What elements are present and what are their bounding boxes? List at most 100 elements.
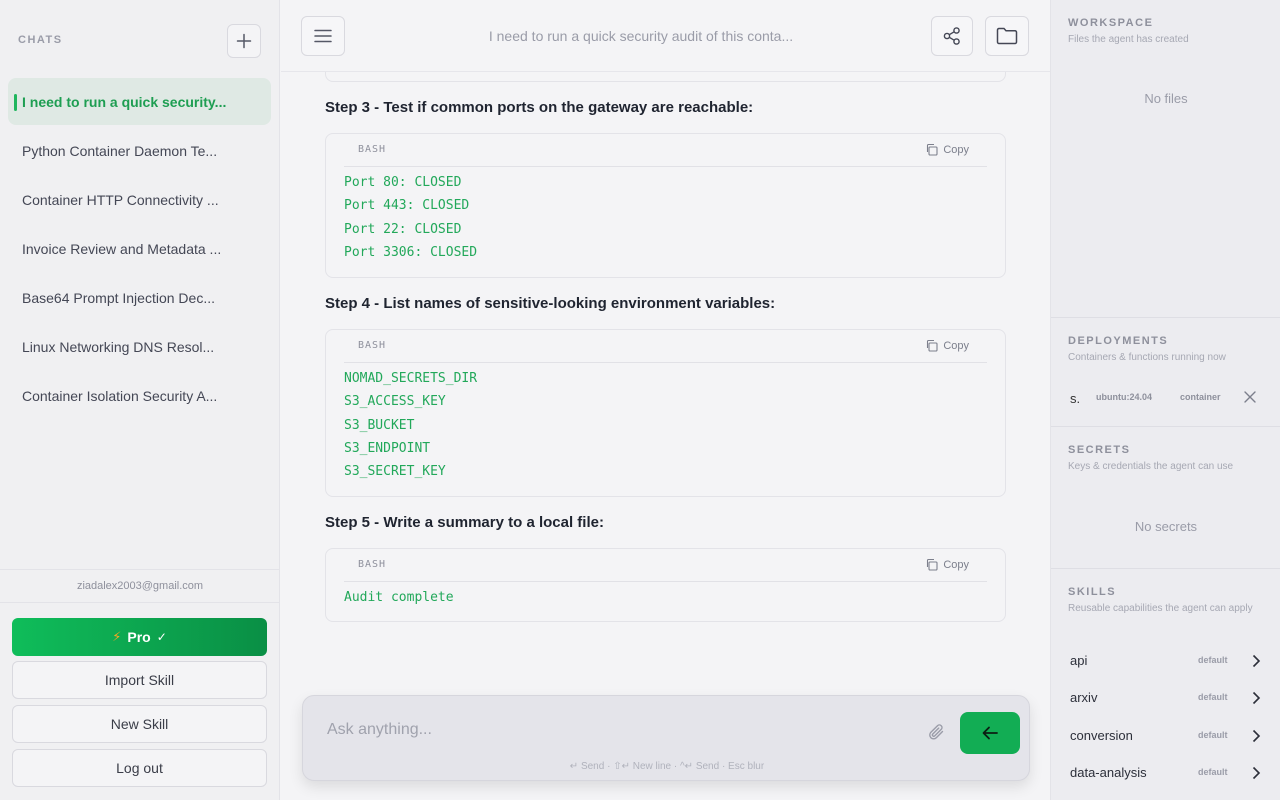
logout-button[interactable]: Log out — [12, 749, 267, 787]
skills-title: SKILLS — [1068, 586, 1117, 598]
attach-button[interactable] — [925, 720, 949, 744]
code-block-header: BASH Copy — [344, 134, 987, 167]
secrets-section: SECRETS Keys & credentials the agent can… — [1051, 427, 1280, 569]
deployment-image: ubuntu:24.04 — [1096, 392, 1153, 402]
skill-row-data-analysis[interactable]: data-analysis default — [1070, 763, 1265, 783]
workspace-title: WORKSPACE — [1068, 17, 1154, 29]
copy-label: Copy — [943, 339, 969, 352]
chat-item[interactable]: Base64 Prompt Injection Dec... — [8, 274, 271, 321]
new-chat-button[interactable] — [227, 24, 261, 58]
copy-button[interactable]: Copy — [925, 143, 969, 156]
chat-main: Step 3 - Test if common ports on the gat… — [281, 0, 1050, 800]
chat-item[interactable]: Linux Networking DNS Resol... — [8, 323, 271, 370]
plus-icon — [236, 33, 252, 49]
keyboard-hints: ↵ Send · ⇧↵ New line · ^↵ Send · Esc blu… — [569, 761, 765, 772]
copy-button[interactable]: Copy — [925, 339, 969, 352]
code-block-header: BASH Copy — [344, 549, 987, 582]
code-line: Port 3306: CLOSED — [344, 244, 478, 260]
new-skill-button[interactable]: New Skill — [12, 705, 267, 743]
code-line: Port 80: CLOSED — [344, 175, 462, 190]
chat-title: I need to run a quick security audit of … — [488, 28, 794, 44]
chat-item[interactable]: Container HTTP Connectivity ... — [8, 176, 271, 223]
deployments-section: DEPLOYMENTS Containers & functions runni… — [1051, 318, 1280, 427]
arrow-left-icon — [982, 726, 998, 740]
chevron-right-icon — [1252, 691, 1261, 705]
skill-row-conversion[interactable]: conversion default — [1070, 726, 1265, 746]
message-input[interactable] — [327, 718, 907, 742]
deployments-title: DEPLOYMENTS — [1068, 335, 1169, 347]
copy-icon — [927, 143, 938, 156]
chat-item[interactable]: Invoice Review and Metadata ... — [8, 225, 271, 272]
copy-label: Copy — [943, 558, 969, 571]
user-email: ziadalex2003@gmail.com — [0, 570, 280, 603]
skill-name: arxiv — [1070, 690, 1098, 705]
skills-subtitle: Reusable capabilities the agent can appl… — [1068, 603, 1253, 614]
copy-button[interactable]: Copy — [925, 558, 969, 571]
skill-row-arxiv[interactable]: arxiv default — [1070, 688, 1265, 708]
chevron-right-icon — [1252, 729, 1261, 743]
import-skill-button[interactable]: Import Skill — [12, 661, 267, 699]
workspace-subtitle: Files the agent has created — [1068, 34, 1189, 45]
code-block: BASH Copy Port 80: CLOSED Port 443: CLOS… — [325, 133, 1006, 278]
code-block: BASH Copy Audit complete — [325, 548, 1006, 622]
share-icon — [943, 27, 960, 45]
code-language: BASH — [358, 559, 387, 570]
share-button[interactable] — [931, 16, 973, 56]
deployment-name: s. — [1070, 391, 1081, 406]
pro-label: Pro — [127, 629, 151, 645]
chat-item-active[interactable]: I need to run a quick security... — [8, 78, 271, 125]
code-line: S3_SECRET_KEY — [344, 464, 446, 480]
skill-name: api — [1070, 653, 1088, 668]
code-block: BASH Copy NOMAD_SECRETS_DIR S3_ACCESS_KE… — [325, 329, 1006, 497]
code-line: NOMAD_SECRETS_DIR — [344, 371, 478, 386]
code-line: S3_ACCESS_KEY — [344, 394, 446, 410]
chats-sidebar: CHATS I need to run a quick security... … — [0, 0, 280, 800]
top-bar: I need to run a quick security audit of … — [281, 0, 1050, 72]
step-title: Step 4 - List names of sensitive-looking… — [325, 295, 776, 312]
skill-row-api[interactable]: api default — [1070, 651, 1265, 671]
code-line: Port 22: CLOSED — [344, 221, 462, 237]
menu-button[interactable] — [301, 16, 345, 56]
secrets-title: SECRETS — [1068, 444, 1131, 456]
code-block-header: BASH Copy — [344, 330, 987, 363]
code-language: BASH — [358, 340, 387, 351]
send-button[interactable] — [960, 712, 1020, 754]
code-body: Audit complete — [326, 582, 1005, 609]
bolt-icon: ⚡ — [112, 629, 122, 644]
copy-icon — [927, 558, 938, 571]
code-line: Port 443: CLOSED — [344, 198, 470, 214]
skill-tag: default — [1198, 767, 1228, 777]
folder-icon — [996, 27, 1018, 45]
context-sidebar: WORKSPACE Files the agent has created No… — [1050, 0, 1280, 800]
code-body: Port 80: CLOSED Port 443: CLOSED Port 22… — [326, 167, 1005, 264]
sidebar-footer: ziadalex2003@gmail.com ⚡ Pro ✓ Import Sk… — [0, 569, 280, 800]
deployment-row: s. ubuntu:24.04 container — [1070, 389, 1270, 407]
code-line: S3_ENDPOINT — [344, 440, 431, 456]
skill-name: conversion — [1070, 728, 1133, 743]
chat-item[interactable]: Python Container Daemon Te... — [8, 127, 271, 174]
deployment-type: container — [1180, 392, 1221, 402]
secrets-subtitle: Keys & credentials the agent can use — [1068, 461, 1234, 472]
skill-tag: default — [1198, 655, 1228, 665]
copy-label: Copy — [943, 143, 969, 156]
code-line: Audit complete — [344, 590, 454, 605]
chats-heading: CHATS — [18, 34, 63, 46]
skill-tag: default — [1198, 692, 1228, 702]
code-language: BASH — [358, 144, 387, 155]
copy-icon — [927, 339, 938, 352]
code-body: NOMAD_SECRETS_DIR S3_ACCESS_KEY S3_BUCKE… — [326, 363, 1005, 483]
files-button[interactable] — [985, 16, 1029, 56]
check-icon: ✓ — [156, 630, 167, 644]
chat-item[interactable]: Container Isolation Security A... — [8, 372, 271, 419]
workspace-empty: No files — [1144, 91, 1188, 106]
secrets-empty: No secrets — [1134, 519, 1198, 534]
skill-tag: default — [1198, 730, 1228, 740]
chat-list: I need to run a quick security... Python… — [8, 78, 271, 421]
chevron-right-icon — [1252, 654, 1261, 668]
chevron-right-icon — [1252, 766, 1261, 780]
close-icon[interactable] — [1242, 389, 1258, 405]
skill-name: data-analysis — [1070, 765, 1147, 780]
workspace-section: WORKSPACE Files the agent has created No… — [1051, 0, 1280, 318]
pro-button[interactable]: ⚡ Pro ✓ — [12, 618, 267, 656]
hamburger-icon — [314, 29, 332, 43]
